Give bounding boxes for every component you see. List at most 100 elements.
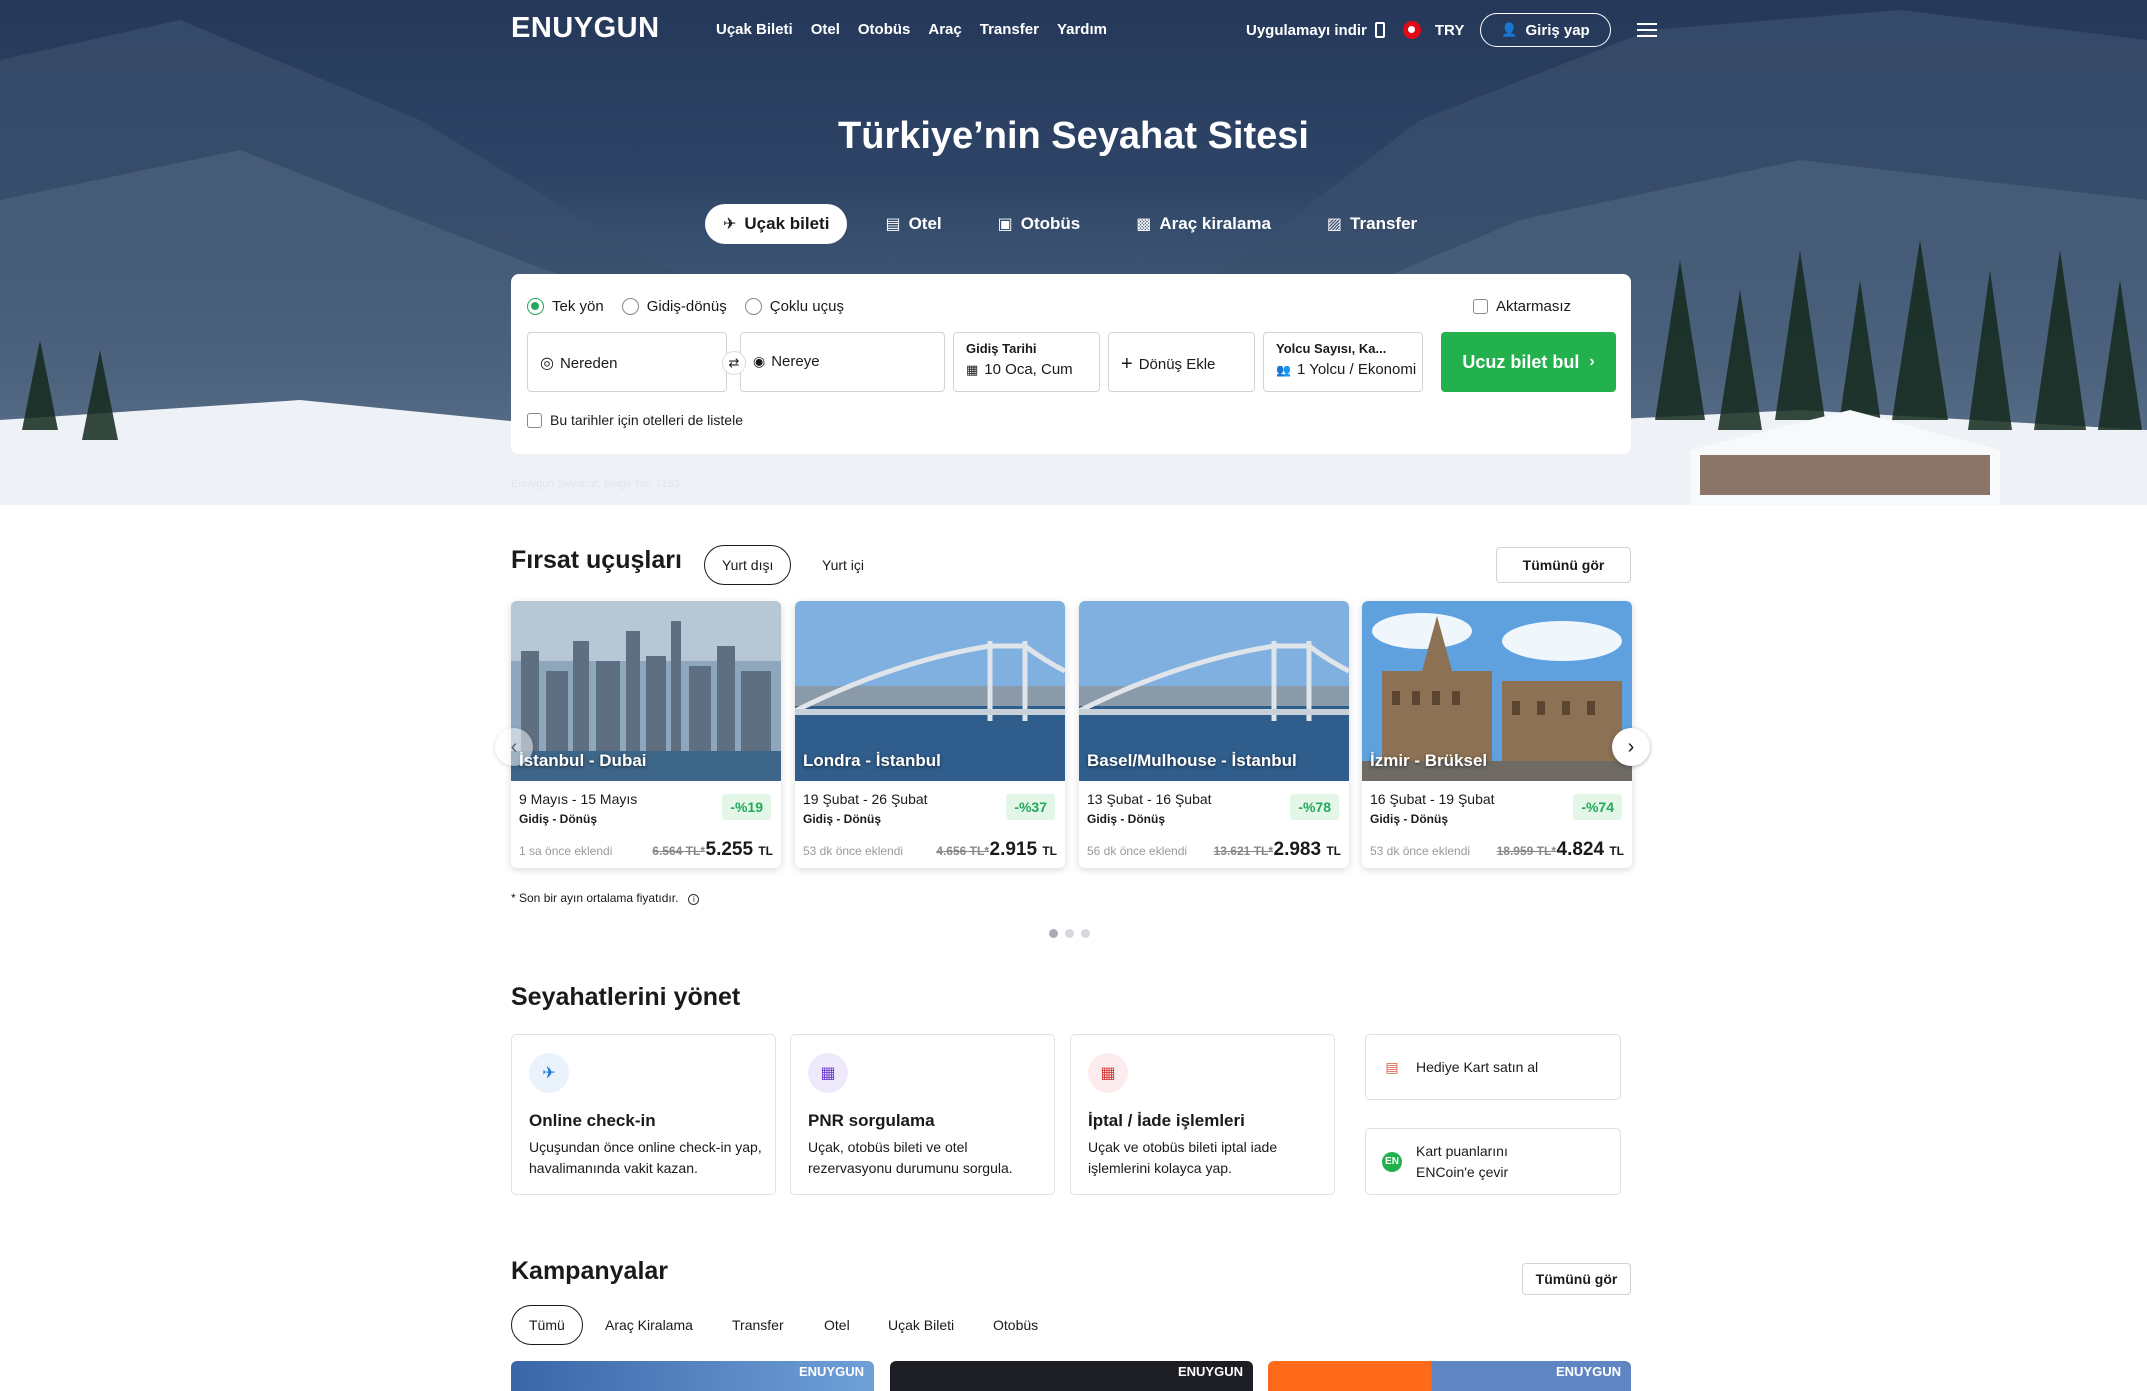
- carousel-prev-icon[interactable]: ‹: [495, 728, 533, 766]
- campaign-banner-logo: ENUYGUN: [1177, 1364, 1243, 1379]
- pnr-query-card[interactable]: ▦ PNR sorgulama Uçak, otobüs bileti ve o…: [790, 1034, 1055, 1195]
- card-description: Uçuşundan önce online check-in yap, hava…: [529, 1139, 762, 1176]
- menu-icon[interactable]: [1636, 23, 1657, 37]
- trip-type-group: Tek yön Gidiş-dönüş Çoklu uçuş: [527, 298, 862, 315]
- deal-price-value: 2.915: [989, 839, 1038, 860]
- campaign-tab-transfer[interactable]: Transfer: [715, 1305, 801, 1345]
- carousel-dot[interactable]: [1065, 929, 1074, 938]
- campaign-tab-car-rental[interactable]: Araç Kiralama: [588, 1305, 710, 1345]
- carousel-dot[interactable]: [1081, 929, 1090, 938]
- depart-date-field[interactable]: Gidiş Tarihi ▦ 10 Oca, Cum: [953, 332, 1100, 392]
- deal-old-price: 13.621 TL*: [1213, 844, 1273, 858]
- list-hotels-checkbox[interactable]: Bu tarihler için otelleri de listele: [527, 412, 743, 428]
- direct-only-label: Aktarmasız: [1495, 298, 1571, 315]
- discount-badge: -%19: [722, 794, 771, 820]
- passengers-icon: 👥: [1276, 362, 1291, 377]
- page-title: Türkiye’nin Seyahat Sitesi: [838, 115, 1309, 157]
- campaign-banner[interactable]: ENUYGUN: [511, 1361, 874, 1391]
- tab-bus[interactable]: ▣ Otobüs: [980, 204, 1099, 244]
- deal-route: Basel/Mulhouse - İstanbul: [1087, 751, 1297, 770]
- deal-card[interactable]: İstanbul - Dubai 9 Mayıs - 15 Mayıs Gidi…: [511, 601, 781, 868]
- nav-car[interactable]: Araç: [928, 21, 961, 38]
- turkey-flag-icon[interactable]: [1402, 21, 1421, 39]
- login-button[interactable]: 👤 Giriş yap: [1480, 13, 1611, 47]
- nav-help[interactable]: Yardım: [1057, 21, 1107, 38]
- campaign-tab-flight[interactable]: Uçak Bileti: [871, 1305, 971, 1345]
- carousel-dots: [1049, 929, 1090, 938]
- trip-round-trip[interactable]: Gidiş-dönüş: [621, 298, 727, 315]
- deal-price-currency: TL: [1326, 844, 1341, 858]
- campaign-banner[interactable]: ENUYGUN: [1268, 1361, 1631, 1391]
- deal-added-time: 56 dk önce eklendi: [1087, 844, 1188, 858]
- currency-selector[interactable]: TRY: [1435, 22, 1464, 39]
- encoin-convert-link[interactable]: EN Kart puanlarını ENCoin'e çevir: [1365, 1128, 1621, 1195]
- cancel-refund-card[interactable]: ▦ İptal / İade işlemleri Uçak ve otobüs …: [1070, 1034, 1335, 1195]
- deal-old-price: 4.656 TL*: [936, 844, 989, 858]
- tab-abroad[interactable]: Yurt dışı: [704, 545, 792, 585]
- deal-card[interactable]: Londra - İstanbul 19 Şubat - 26 Şubat Gi…: [795, 601, 1065, 868]
- deal-price-value: 2.983: [1273, 839, 1322, 860]
- chevron-right-icon: ›: [1589, 353, 1595, 370]
- tab-flight[interactable]: ✈ Uçak bileti: [705, 204, 848, 244]
- encoin-label: Kart puanlarını ENCoin'e çevir: [1416, 1142, 1509, 1180]
- card-description: Uçak, otobüs bileti ve otel rezervasyonu…: [808, 1139, 1013, 1176]
- campaign-tab-bus[interactable]: Otobüs: [976, 1305, 1055, 1345]
- campaign-banner[interactable]: ENUYGUN: [890, 1361, 1253, 1391]
- calendar-cancel-icon: ▦: [1088, 1053, 1128, 1093]
- campaigns-see-all-button[interactable]: Tümünü gör: [1522, 1263, 1631, 1295]
- trip-round-trip-label: Gidiş-dönüş: [646, 298, 727, 315]
- deal-added-time: 53 dk önce eklendi: [803, 844, 904, 858]
- location-pin-icon: ◉: [753, 353, 766, 369]
- search-flights-button[interactable]: Ucuz bilet bul ›: [1441, 332, 1616, 392]
- deal-price: 2.915 TL: [990, 839, 1058, 861]
- trip-one-way[interactable]: Tek yön: [527, 298, 604, 315]
- nav-bus[interactable]: Otobüs: [858, 21, 911, 38]
- direct-only-checkbox[interactable]: Aktarmasız: [1472, 298, 1571, 315]
- destination-field[interactable]: ◉ Nereye: [740, 332, 945, 392]
- deal-price-value: 4.824: [1556, 839, 1605, 860]
- top-navigation: Uçak Bileti Otel Otobüs Araç Transfer Ya…: [716, 21, 1125, 38]
- nav-transfer[interactable]: Transfer: [980, 21, 1039, 38]
- price-footnote: * Son bir ayın ortalama fiyatıdır. i: [511, 891, 700, 905]
- tab-car-rental[interactable]: ▩ Araç kiralama: [1118, 204, 1289, 244]
- gift-card-link[interactable]: ▤ Hediye Kart satın al: [1365, 1034, 1621, 1100]
- deal-route: İzmir - Brüksel: [1370, 751, 1488, 770]
- online-checkin-card[interactable]: ✈ Online check-in Uçuşundan önce online …: [511, 1034, 776, 1195]
- tab-transfer[interactable]: ▨ Transfer: [1309, 204, 1435, 244]
- deals-see-all-button[interactable]: Tümünü gör: [1496, 547, 1631, 583]
- nav-flight[interactable]: Uçak Bileti: [716, 21, 793, 38]
- brand-logo[interactable]: ENUYGUN: [511, 12, 660, 45]
- trip-multi-city-label: Çoklu uçuş: [769, 298, 844, 315]
- depart-date-label: Gidiş Tarihi: [966, 341, 1037, 356]
- login-label: Giriş yap: [1525, 21, 1590, 39]
- deal-dates: 13 Şubat - 16 Şubat: [1087, 791, 1212, 807]
- origin-field[interactable]: ◎ Nereden: [527, 332, 727, 392]
- deal-card[interactable]: Basel/Mulhouse - İstanbul 13 Şubat - 16 …: [1079, 601, 1349, 868]
- calendar-edit-icon: ▦: [808, 1053, 848, 1093]
- tab-car-rental-label: Araç kiralama: [1159, 214, 1271, 233]
- nav-hotel[interactable]: Otel: [811, 21, 840, 38]
- return-date-add[interactable]: + Dönüş Ekle: [1108, 332, 1255, 392]
- deal-card[interactable]: İzmir - Brüksel 16 Şubat - 19 Şubat Gidi…: [1362, 601, 1632, 868]
- app-download-link[interactable]: Uygulamayı indir: [1246, 22, 1367, 39]
- list-hotels-label: Bu tarihler için otelleri de listele: [550, 412, 743, 428]
- tab-domestic[interactable]: Yurt içi: [805, 545, 881, 585]
- flight-search-form: Tek yön Gidiş-dönüş Çoklu uçuş Aktarması…: [511, 274, 1631, 454]
- campaign-tab-hotel[interactable]: Otel: [807, 1305, 867, 1345]
- deal-dates: 16 Şubat - 19 Şubat: [1370, 791, 1495, 807]
- carousel-dot[interactable]: [1049, 929, 1058, 938]
- deal-dates: 19 Şubat - 26 Şubat: [803, 791, 928, 807]
- trip-multi-city[interactable]: Çoklu uçuş: [744, 298, 844, 315]
- info-icon[interactable]: i: [688, 894, 700, 905]
- boarding-pass-icon: ✈: [529, 1053, 569, 1093]
- deal-price-value: 5.255: [705, 839, 754, 860]
- product-tabs: ✈ Uçak bileti ▤ Otel ▣ Otobüs ▩ Araç kiralam…: [705, 204, 1455, 244]
- campaign-tab-all[interactable]: Tümü: [511, 1305, 583, 1345]
- deal-trip-type: Gidiş - Dönüş: [1087, 812, 1165, 826]
- carousel-next-icon[interactable]: ›: [1612, 728, 1650, 766]
- swap-icon[interactable]: ⇄: [722, 351, 746, 375]
- passenger-field[interactable]: Yolcu Sayısı, Ka... 👥 1 Yolcu / Ekonomi: [1263, 332, 1423, 392]
- deal-dates: 9 Mayıs - 15 Mayıs: [519, 791, 638, 807]
- passenger-value: 1 Yolcu / Ekonomi: [1296, 361, 1417, 378]
- tab-hotel[interactable]: ▤ Otel: [867, 204, 959, 244]
